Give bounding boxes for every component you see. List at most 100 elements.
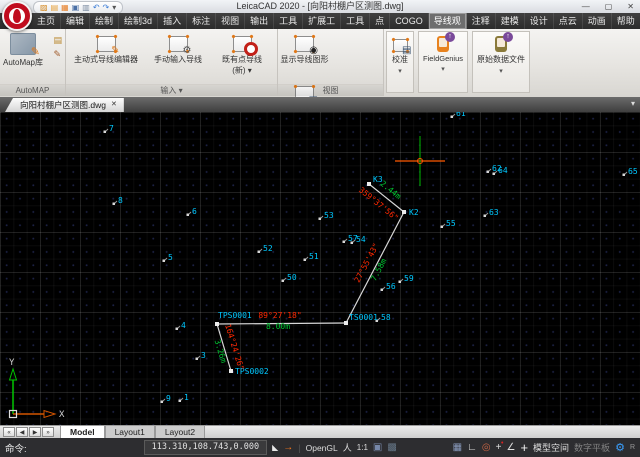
menu-tab-12[interactable]: COGO [390, 13, 429, 29]
point-dot[interactable] [176, 328, 179, 331]
layout-nav-button-1[interactable]: ◀ [16, 427, 28, 437]
menu-tab-0[interactable]: 主页 [32, 13, 61, 29]
point-label[interactable]: 61 [456, 112, 466, 118]
existing-points-traverse-button[interactable]: 既有点导线 (新) ▾ [210, 29, 274, 79]
manual-input-traverse-button[interactable]: ⚙ 手动输入导线 [146, 29, 210, 79]
point-dot[interactable] [493, 173, 496, 176]
layout-tab-model[interactable]: Model [60, 426, 105, 438]
traverse-node[interactable] [215, 322, 219, 326]
annotation-visibility-icon[interactable]: ▣ [373, 439, 382, 457]
fieldgenius-button[interactable]: FieldGenius ▾ [418, 31, 468, 93]
tracking-arrow-icon[interactable]: → [283, 439, 293, 457]
menu-tab-16[interactable]: 设计 [525, 13, 554, 29]
settings-gear-icon[interactable]: ⚙ [615, 439, 625, 457]
calibration-button[interactable]: ▤ 校准 ▾ [386, 31, 414, 93]
minimize-button[interactable]: — [582, 0, 590, 13]
close-button[interactable]: ✕ [627, 0, 634, 13]
point-dot[interactable] [282, 280, 285, 283]
traverse-node[interactable] [402, 210, 406, 214]
traverse-node-label[interactable]: TPS0001 [218, 311, 252, 320]
menu-tab-6[interactable]: 视图 [216, 13, 245, 29]
ortho-toggle-icon[interactable]: ∟ [467, 439, 477, 457]
point-dot[interactable] [179, 400, 182, 403]
point-dot[interactable] [319, 218, 322, 221]
point-label[interactable]: 65 [628, 167, 638, 176]
point-label[interactable]: 55 [446, 219, 456, 228]
point-dot[interactable] [381, 289, 384, 292]
grid-toggle-icon[interactable]: ▦ [453, 439, 462, 457]
point-dot[interactable] [623, 174, 626, 177]
automap-quick-icon[interactable]: ▨ [40, 3, 48, 13]
traverse-node[interactable] [229, 369, 233, 373]
object-track-icon[interactable]: ∠ [506, 439, 515, 457]
menu-tab-4[interactable]: 插入 [158, 13, 187, 29]
point-dot[interactable] [258, 251, 261, 254]
view-group-label[interactable]: 视图 [278, 84, 383, 96]
menu-tab-3[interactable]: 绘制3d [119, 13, 158, 29]
point-label[interactable]: 5 [168, 253, 173, 262]
point-dot[interactable] [351, 242, 354, 245]
automap-edit-button[interactable]: ✎ [53, 49, 62, 59]
point-label[interactable]: 8 [118, 196, 123, 205]
menu-tab-19[interactable]: 帮助 [612, 13, 640, 29]
automap-list-button[interactable]: ▤ [53, 35, 62, 45]
layout-tab-layout1[interactable]: Layout1 [105, 426, 155, 438]
menu-tab-14[interactable]: 注释 [467, 13, 496, 29]
point-label[interactable]: 3 [201, 351, 206, 360]
annotation-scale[interactable]: 1:1 [357, 443, 368, 452]
show-traverse-graphics-button[interactable]: ◉ 显示导线图形 [278, 29, 331, 79]
point-dot[interactable] [487, 171, 490, 174]
menu-tab-17[interactable]: 点云 [554, 13, 583, 29]
point-dot[interactable] [196, 358, 199, 361]
menu-tab-1[interactable]: 编辑 [61, 13, 90, 29]
traverse-node[interactable] [367, 182, 371, 186]
traverse-node[interactable] [344, 321, 348, 325]
point-dot[interactable] [163, 260, 166, 263]
point-label[interactable]: 7 [109, 124, 114, 133]
point-label[interactable]: 4 [181, 321, 186, 330]
menu-tab-7[interactable]: 输出 [245, 13, 274, 29]
document-tab-close-icon[interactable]: ✕ [111, 98, 117, 112]
toolbar-overflow-icon[interactable]: ▾ [112, 3, 116, 13]
point-dot[interactable] [451, 116, 454, 119]
document-tab[interactable]: 向阳村棚户区测图.dwg ✕ [5, 98, 124, 112]
new-file-icon[interactable]: ▤ [51, 3, 59, 13]
save-icon[interactable]: ▣ [72, 3, 80, 13]
point-label[interactable]: 6 [192, 207, 197, 216]
point-dot[interactable] [113, 203, 116, 206]
menu-tab-8[interactable]: 工具 [274, 13, 303, 29]
annotation-icon[interactable]: 人 [343, 441, 352, 454]
point-dot[interactable] [441, 226, 444, 229]
menu-tab-13[interactable]: 导线观 [429, 13, 467, 29]
point-dot[interactable] [343, 241, 346, 244]
point-dot[interactable] [187, 214, 190, 217]
point-dot[interactable] [161, 401, 164, 404]
polar-tracking-icon[interactable]: ◎ [482, 439, 491, 457]
autoscale-icon[interactable]: ▩ [387, 439, 396, 457]
layout-nav-button-2[interactable]: ▶ [29, 427, 41, 437]
document-tab-overflow-icon[interactable]: ▾ [631, 99, 635, 108]
point-label[interactable]: 50 [287, 273, 297, 282]
point-label[interactable]: 63 [489, 208, 499, 217]
cad-svg-layer[interactable]: 78655251505357545659585561626463654391K3… [0, 112, 640, 425]
layout-nav-button-3[interactable]: » [42, 427, 54, 437]
menu-tab-2[interactable]: 绘制 [90, 13, 119, 29]
raw-data-file-button[interactable]: 原始数据文件 ▾ [472, 31, 530, 93]
automap-library-button[interactable]: ✎ AutoMap库 [0, 29, 46, 79]
input-group-label[interactable]: 输入 ▾ [66, 84, 277, 96]
app-logo-icon[interactable] [2, 1, 32, 31]
traverse-node-label[interactable]: K2 [409, 208, 419, 217]
point-label[interactable]: 58 [381, 313, 391, 322]
point-label[interactable]: 1 [184, 393, 189, 402]
point-label[interactable]: 59 [404, 274, 414, 283]
point-dot[interactable] [104, 131, 107, 134]
point-label[interactable]: 9 [166, 394, 171, 403]
traverse-node-label[interactable]: TS0001 [349, 313, 378, 322]
redo-icon[interactable]: ↷ [103, 3, 110, 13]
undo-icon[interactable]: ↶ [93, 3, 100, 13]
menu-tab-15[interactable]: 建模 [496, 13, 525, 29]
opengl-indicator[interactable]: OpenGL [306, 443, 338, 453]
active-traverse-editor-button[interactable]: ✎ 主动式导线编辑器 [66, 29, 146, 79]
automap-group-label[interactable]: AutoMAP [0, 84, 65, 96]
point-label[interactable]: 54 [356, 235, 366, 244]
